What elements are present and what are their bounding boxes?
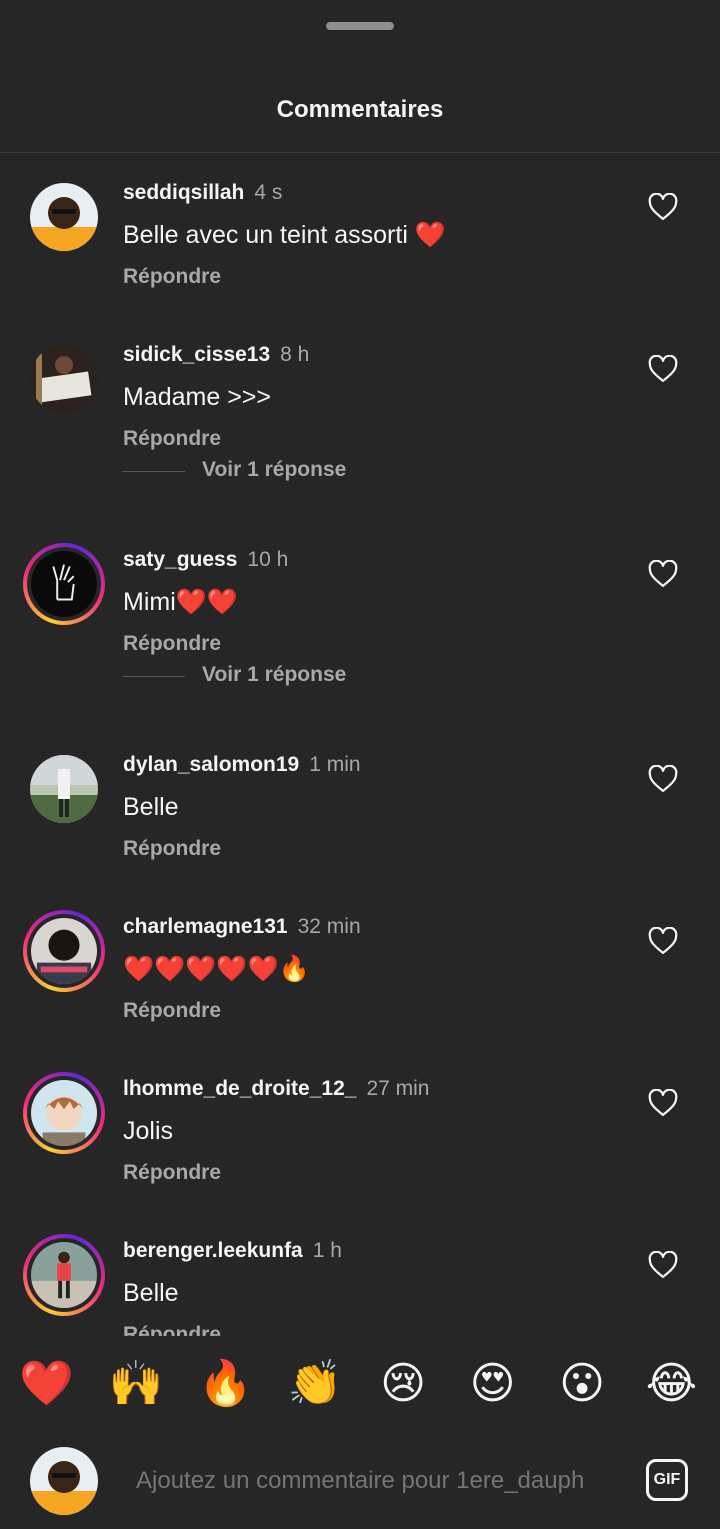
comment-text: Jolis (123, 1117, 174, 1145)
like-heart-icon[interactable] (648, 354, 678, 383)
comment-text: ❤️❤️❤️❤️❤️🔥 (123, 955, 310, 983)
comment-username[interactable]: seddiqsillah (123, 181, 244, 204)
comment-list[interactable]: seddiqsillah 4 s Belle avec un teint assor… (0, 153, 720, 1336)
avatar (30, 345, 98, 413)
avatar (31, 1080, 97, 1146)
like-heart-icon[interactable] (648, 559, 678, 588)
comment-item: saty_guess 10 h Mimi❤️❤️ Répondre (0, 520, 720, 655)
comments-sheet: Commentaires seddiqsillah 4 s Belle avec u… (0, 0, 720, 1529)
reply-button[interactable]: Répondre (123, 1161, 221, 1185)
comment-timestamp: 32 min (297, 915, 361, 938)
fire-emoji[interactable]: 🔥 (198, 1358, 253, 1410)
commenter-avatar[interactable] (23, 1234, 105, 1316)
comment-item: seddiqsillah 4 s Belle avec un teint assor… (0, 153, 720, 288)
comment-item: sidick_cisse13 8 h Madame >>> Répondre (0, 315, 720, 450)
reply-button[interactable]: Répondre (123, 427, 221, 451)
commenter-avatar[interactable] (23, 910, 105, 992)
current-user-avatar (30, 1447, 98, 1515)
comment-timestamp: 27 min (366, 1077, 430, 1100)
reply-button[interactable]: Répondre (123, 837, 221, 861)
comment-text: Belle (123, 1279, 179, 1307)
heart-eyes-emoji[interactable]: 😍 (467, 1358, 519, 1410)
comment-text: Belle avec un teint assorti ❤️ (123, 221, 446, 249)
comment-text: Mimi❤️❤️ (123, 588, 239, 616)
reply-button[interactable]: Répondre (123, 999, 221, 1023)
comment-username[interactable]: lhomme_de_droite_12_ (123, 1077, 356, 1100)
comment-item: dylan_salomon19 1 min Belle Répondre (0, 725, 720, 860)
comment-username[interactable]: dylan_salomon19 (123, 753, 299, 776)
comment-meta: seddiqsillah 4 s (123, 181, 282, 205)
commenter-avatar[interactable] (30, 183, 98, 251)
avatar (31, 551, 97, 617)
commenter-avatar[interactable] (30, 755, 98, 823)
comment-timestamp: 1 h (312, 1239, 342, 1262)
comment-meta: dylan_salomon19 1 min (123, 753, 361, 777)
clapping-hands-emoji[interactable]: 👏 (288, 1358, 343, 1410)
comment-item: lhomme_de_droite_12_ 27 min Jolis Répondre (0, 1049, 720, 1184)
comment-meta: berenger.leekunfa 1 h (123, 1239, 342, 1263)
view-replies-label: Voir 1 réponse (202, 458, 347, 481)
like-heart-icon[interactable] (648, 192, 678, 221)
tears-of-joy-emoji[interactable]: 😂 (646, 1358, 698, 1410)
comment-item: berenger.leekunfa 1 h Belle Répondre (0, 1211, 720, 1336)
reply-button[interactable]: Répondre (123, 1323, 221, 1336)
comment-username[interactable]: berenger.leekunfa (123, 1239, 303, 1262)
comment-meta: saty_guess 10 h (123, 548, 288, 572)
like-heart-icon[interactable] (648, 764, 678, 793)
reply-button[interactable]: Répondre (123, 265, 221, 289)
raising-hands-emoji[interactable]: 🙌 (109, 1358, 164, 1410)
comment-timestamp: 10 h (247, 548, 289, 571)
replies-divider (123, 471, 185, 472)
comment-timestamp: 1 min (309, 753, 361, 776)
avatar (31, 918, 97, 984)
comment-meta: sidick_cisse13 8 h (123, 343, 309, 367)
crying-face-emoji[interactable]: 😢 (377, 1358, 429, 1410)
commenter-avatar[interactable] (23, 1072, 105, 1154)
comment-timestamp: 8 h (280, 343, 310, 366)
avatar (30, 755, 98, 823)
like-heart-icon[interactable] (648, 1088, 678, 1117)
like-heart-icon[interactable] (648, 1250, 678, 1279)
comment-input[interactable] (136, 1467, 616, 1495)
comment-text: Madame >>> (123, 383, 272, 411)
comment-username[interactable]: charlemagne131 (123, 915, 288, 938)
view-replies-label: Voir 1 réponse (202, 663, 347, 686)
avatar (31, 1242, 97, 1308)
comment-text: Belle (123, 793, 179, 821)
comment-meta: charlemagne131 32 min (123, 915, 361, 939)
like-heart-icon[interactable] (648, 926, 678, 955)
page-title: Commentaires (276, 96, 444, 123)
comment-meta: lhomme_de_droite_12_ 27 min (123, 1077, 429, 1101)
comment-username[interactable]: saty_guess (123, 548, 237, 571)
drag-handle[interactable] (326, 22, 394, 30)
commenter-avatar[interactable] (30, 345, 98, 413)
comment-timestamp: 4 s (254, 181, 283, 204)
surprised-face-emoji[interactable]: 😮 (556, 1358, 608, 1410)
gif-button[interactable]: GIF (646, 1459, 688, 1501)
avatar (30, 183, 98, 251)
red-heart-emoji[interactable]: ❤️ (19, 1358, 74, 1410)
emoji-reaction-bar: ❤️ 🙌 🔥 👏 😢 😍 😮 😂 (0, 1336, 720, 1436)
reply-button[interactable]: Répondre (123, 632, 221, 656)
commenter-avatar[interactable] (23, 543, 105, 625)
comment-composer: GIF (0, 1436, 720, 1529)
replies-divider (123, 676, 185, 677)
comment-item: charlemagne131 32 min ❤️❤️❤️❤️❤️🔥 Répondre (0, 887, 720, 1022)
comment-username[interactable]: sidick_cisse13 (123, 343, 270, 366)
avatar (30, 1447, 98, 1515)
